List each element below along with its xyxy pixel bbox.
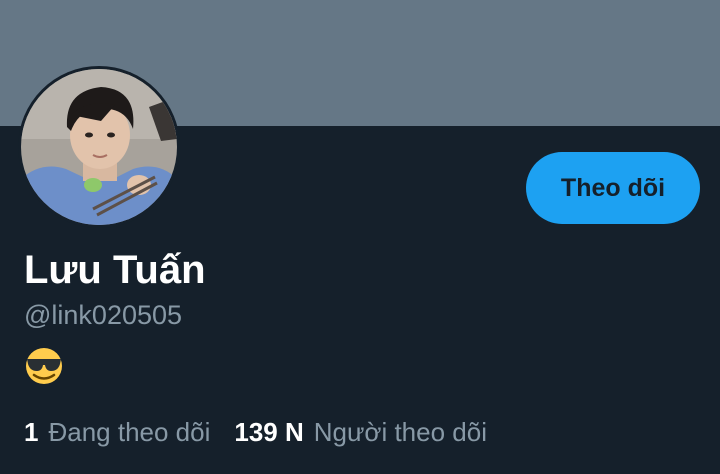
profile-display-name: Lưu Tuấn — [24, 248, 206, 292]
following-label: Đang theo dõi — [48, 416, 211, 447]
profile-stats: 1 Đang theo dõi 139 N Người theo dõi — [24, 414, 487, 450]
profile-handle: @link020505 — [24, 300, 183, 330]
followers-stat-link[interactable]: 139 N Người theo dõi — [234, 417, 487, 448]
profile-avatar[interactable] — [18, 66, 180, 228]
smiling-face-with-sunglasses-icon — [26, 348, 62, 384]
followers-count: 139 N — [234, 416, 304, 447]
avatar-photo — [21, 69, 177, 225]
following-count: 1 — [24, 416, 39, 447]
followers-label: Người theo dõi — [313, 416, 487, 447]
following-stat-link[interactable]: 1 Đang theo dõi — [24, 417, 210, 448]
profile-bio — [24, 346, 64, 386]
follow-button[interactable]: Theo dõi — [526, 152, 700, 224]
